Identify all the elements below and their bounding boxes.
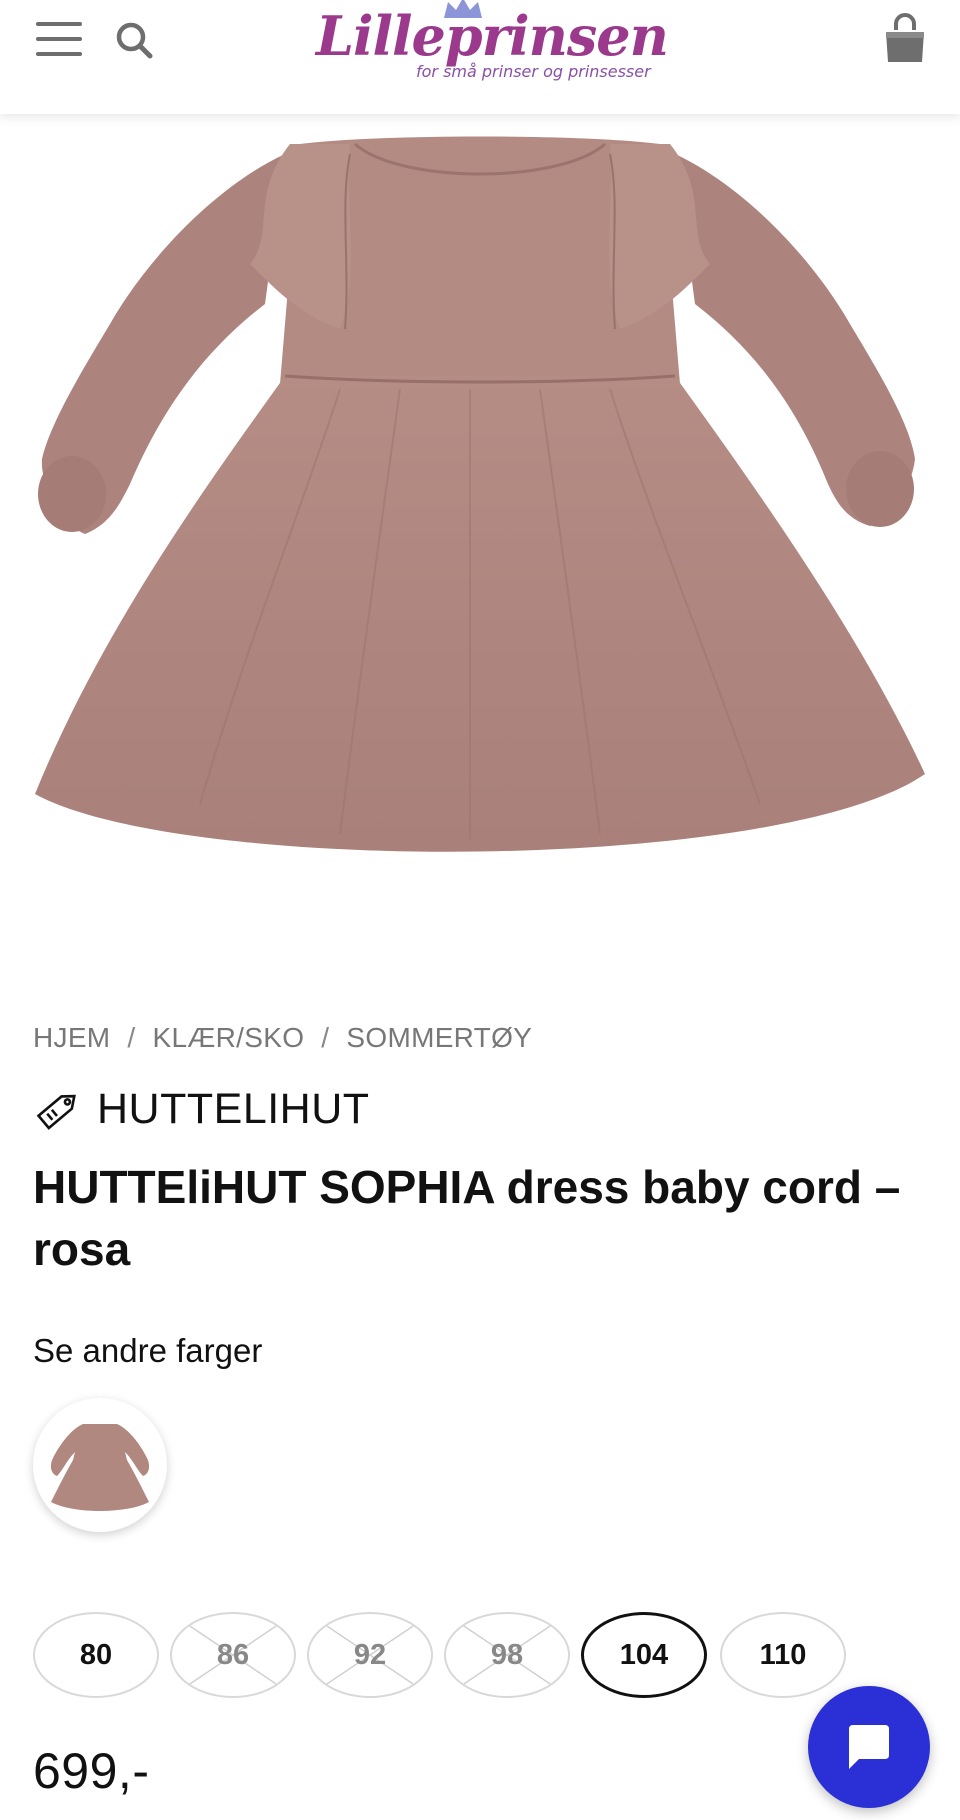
logo-text: Lilleprinsen — [316, 4, 669, 68]
size-option-92[interactable]: 92 — [307, 1612, 433, 1698]
size-label: 86 — [216, 1638, 250, 1671]
chat-bubble-icon — [849, 1725, 889, 1769]
size-label: 110 — [759, 1638, 807, 1671]
product-title: HUTTEliHUT SOPHIA dress baby cord – rosa — [33, 1161, 901, 1275]
size-option-110[interactable]: 110 — [720, 1612, 846, 1698]
color-swatch-rosa[interactable] — [33, 1398, 167, 1532]
size-option-104[interactable]: 104 — [581, 1612, 707, 1698]
size-option-80[interactable]: 80 — [33, 1612, 159, 1698]
breadcrumb-separator: / — [321, 1022, 330, 1053]
other-colors-label: Se andre farger — [33, 1332, 263, 1369]
chat-button[interactable] — [808, 1686, 930, 1808]
size-label: 80 — [79, 1638, 113, 1671]
size-option-98[interactable]: 98 — [444, 1612, 570, 1698]
product-image[interactable] — [0, 114, 960, 944]
size-option-86[interactable]: 86 — [170, 1612, 296, 1698]
brand-name: HUTTELIHUT — [97, 1084, 370, 1133]
breadcrumb-home[interactable]: HJEM — [33, 1022, 110, 1053]
size-selector: 80 86 92 98 104 110 — [33, 1612, 933, 1700]
product-price: 699,- — [33, 1743, 150, 1799]
logo-tagline: for små prinser og prinsesser — [416, 62, 651, 81]
breadcrumb-separator: / — [127, 1022, 136, 1053]
brand-link[interactable]: HUTTELIHUT — [33, 1083, 370, 1135]
breadcrumb: HJEM / KLÆR/SKO / SOMMERTØY — [33, 1022, 532, 1054]
size-label: 104 — [619, 1638, 669, 1671]
breadcrumb-clothes[interactable]: KLÆR/SKO — [153, 1022, 305, 1053]
hamburger-menu-icon[interactable] — [36, 22, 82, 58]
search-icon[interactable] — [112, 18, 156, 62]
shopping-bag-icon[interactable] — [882, 12, 928, 64]
price-tag-icon — [36, 1094, 76, 1130]
site-header: Lilleprinsen for små prinser og prinsess… — [0, 0, 960, 114]
site-logo[interactable]: Lilleprinsen for små prinser og prinsess… — [310, 0, 669, 96]
size-label: 92 — [353, 1638, 387, 1671]
size-label: 98 — [490, 1638, 524, 1671]
dress-illustration — [35, 136, 925, 852]
breadcrumb-summer[interactable]: SOMMERTØY — [346, 1022, 532, 1053]
